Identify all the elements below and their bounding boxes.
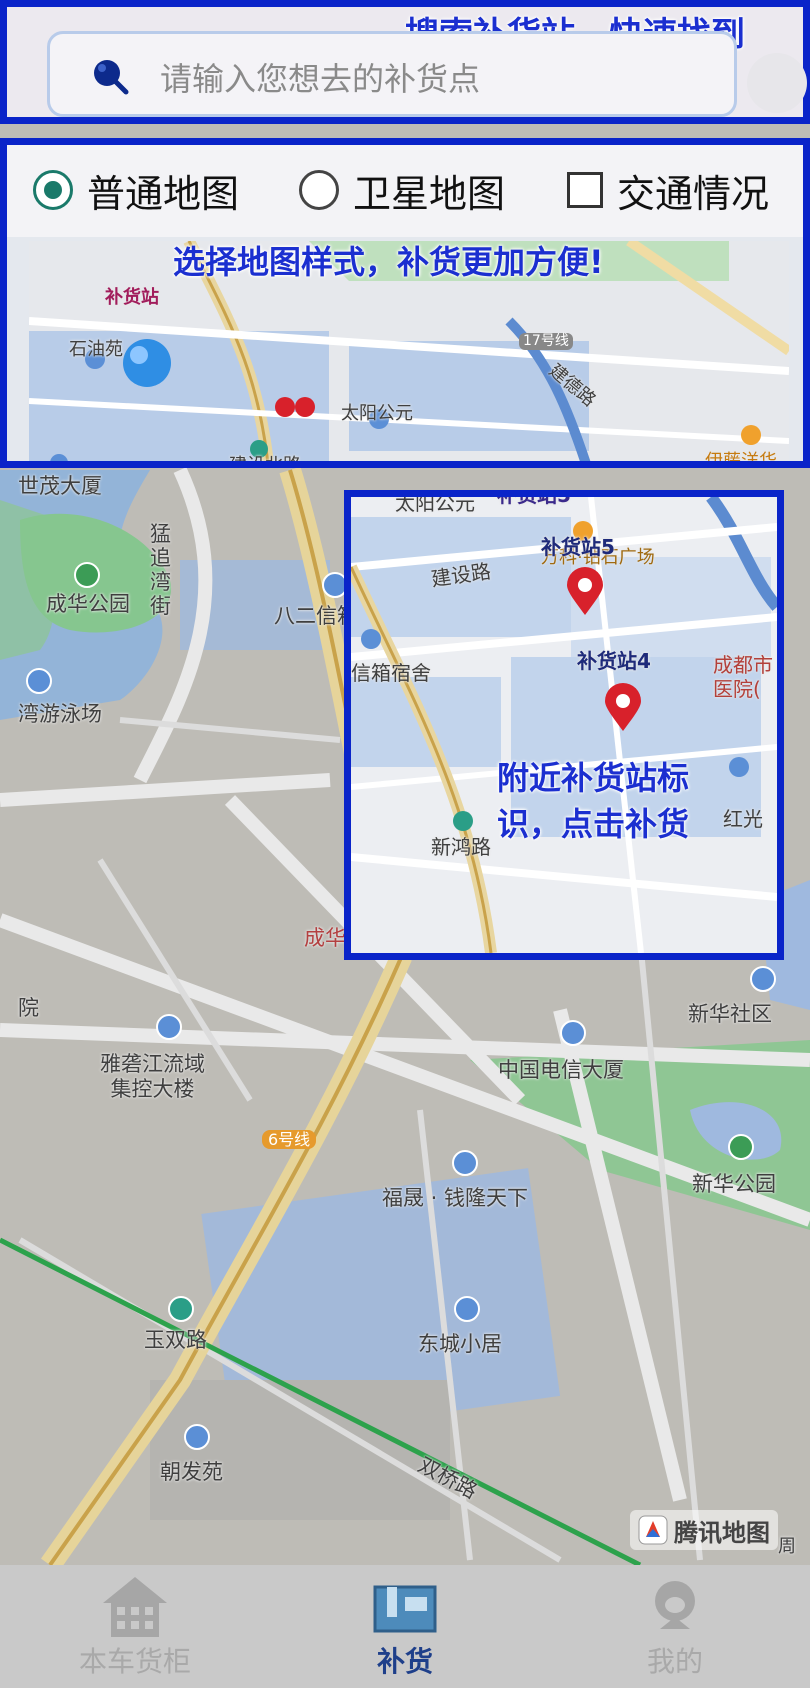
map-label-chenghua-park: 成华公园 bbox=[46, 592, 130, 616]
tab-restock[interactable]: 补货 bbox=[270, 1565, 540, 1688]
history-icon[interactable] bbox=[747, 53, 807, 113]
map-label-xinhua-park: 新华公园 bbox=[692, 1172, 776, 1196]
park-icon bbox=[728, 1134, 754, 1160]
residence-icon bbox=[454, 1296, 480, 1322]
map-label-hospital: 院 bbox=[18, 996, 39, 1020]
map-label-chenghua: 成华 bbox=[304, 926, 346, 950]
compass-icon bbox=[638, 1515, 668, 1545]
map-style-panel: 普通地图 卫星地图 交通情况 选择地图样式，补货更加方便! 补货站 石油苑 17… bbox=[0, 138, 810, 468]
map-style-callout: 选择地图样式，补货更加方便! bbox=[173, 243, 604, 281]
option-satellite-map-label: 卫星地图 bbox=[353, 171, 506, 216]
map-label-edge: 周 bbox=[778, 1536, 796, 1557]
tab-cabinet-label: 本车货柜 bbox=[78, 1645, 191, 1678]
search-bar: 搜索补货站，快速找到 请输入您想去的补货点 bbox=[0, 0, 810, 124]
radio-checked-icon bbox=[33, 170, 73, 210]
map-label-yalong: 雅砻江流域 集控大楼 bbox=[100, 1052, 205, 1102]
map-label-dongcheng: 东城小居 bbox=[418, 1332, 502, 1356]
tab-restock-label: 补货 bbox=[376, 1645, 433, 1678]
inset-label: 新鸿路 bbox=[431, 835, 491, 859]
map-label-telecom: 中国电信大厦 bbox=[498, 1058, 624, 1082]
mini-map-label: 伊藤洋华 bbox=[705, 451, 777, 468]
map-label-swim: 湾游泳场 bbox=[18, 702, 102, 726]
station-4-pin-icon[interactable] bbox=[603, 683, 643, 733]
mini-map-label: 石油苑 bbox=[69, 339, 123, 360]
station-zoom-inset: 太阳公元 补货站5 建设路 万科·钻石广场 信箱宿舍 成都市医院( 红光 新鸿路… bbox=[344, 490, 784, 960]
metro-station-icon bbox=[168, 1296, 194, 1322]
inset-label: 红光 bbox=[723, 807, 763, 831]
bottom-nav: 本车货柜 补货 我的 bbox=[0, 1565, 810, 1688]
map-label-xinhua-community: 新华社区 bbox=[688, 1002, 772, 1026]
option-traffic[interactable]: 交通情况 bbox=[567, 165, 770, 216]
station-callout-line-2: 识，点击补货 bbox=[497, 805, 690, 844]
station-5-label: 补货站5 bbox=[541, 535, 615, 559]
metro-line-6-badge: 6号线 bbox=[262, 1130, 317, 1150]
map-label-chaofa: 朝发苑 bbox=[160, 1460, 223, 1484]
swim-icon bbox=[26, 668, 52, 694]
map-label-maoda: 世茂大厦 bbox=[18, 474, 102, 498]
park-icon bbox=[74, 562, 100, 588]
tab-mine-label: 我的 bbox=[646, 1645, 703, 1678]
option-traffic-label: 交通情况 bbox=[617, 171, 770, 216]
cabinet-icon bbox=[103, 1577, 167, 1637]
station-4-label: 补货站4 bbox=[577, 649, 651, 673]
map-watermark: 腾讯地图 bbox=[630, 1510, 778, 1550]
tab-mine[interactable]: 我的 bbox=[540, 1565, 810, 1688]
mini-map-station-label: 补货站 bbox=[105, 287, 159, 308]
inset-label: 太阳公元 bbox=[395, 491, 475, 515]
mini-map-preview: 选择地图样式，补货更加方便! 补货站 石油苑 17号线 建德路 太阳公元 建设北… bbox=[29, 241, 789, 468]
checkbox-icon bbox=[567, 172, 603, 208]
option-normal-map-label: 普通地图 bbox=[87, 171, 240, 216]
inset-label: 补货站5 bbox=[497, 490, 571, 507]
inset-label: 成都市医院( bbox=[713, 653, 773, 701]
station-5-pin-icon[interactable] bbox=[565, 567, 605, 617]
option-normal-map[interactable]: 普通地图 bbox=[33, 165, 240, 216]
search-input[interactable]: 请输入您想去的补货点 bbox=[47, 31, 737, 117]
mini-map-label: 建设北路 bbox=[229, 455, 301, 468]
inset-label: 信箱宿舍 bbox=[351, 661, 431, 685]
office-icon bbox=[560, 1020, 586, 1046]
tab-cabinet[interactable]: 本车货柜 bbox=[0, 1565, 270, 1688]
map-label-mengzhui: 猛追湾街 bbox=[150, 522, 171, 619]
map-label-yalong-1: 雅砻江流域 bbox=[100, 1052, 205, 1076]
office-icon bbox=[156, 1014, 182, 1040]
user-icon bbox=[655, 1581, 695, 1629]
map-style-options: 普通地图 卫星地图 交通情况 bbox=[7, 145, 803, 237]
map-label-fusheng: 福晟 · 钱隆天下 bbox=[382, 1186, 529, 1210]
community-icon bbox=[750, 966, 776, 992]
watermark-label: 腾讯地图 bbox=[674, 1518, 770, 1547]
station-callout: 附近补货站标 识，点击补货 bbox=[497, 755, 689, 848]
search-placeholder: 请输入您想去的补货点 bbox=[160, 60, 481, 98]
restock-box-icon bbox=[373, 1585, 437, 1633]
station-callout-line-1: 附近补货站标 bbox=[497, 759, 690, 797]
residence-icon bbox=[452, 1150, 478, 1176]
residence-icon bbox=[184, 1424, 210, 1450]
map-label-yalong-2: 集控大楼 bbox=[110, 1077, 195, 1102]
mini-map-label: 太阳公元 bbox=[341, 403, 413, 424]
radio-icon bbox=[299, 170, 339, 210]
search-icon bbox=[94, 60, 129, 95]
mini-map-metro-17: 17号线 bbox=[519, 333, 573, 350]
option-satellite-map[interactable]: 卫星地图 bbox=[299, 165, 506, 216]
map-label-yushuang: 玉双路 bbox=[144, 1328, 207, 1352]
